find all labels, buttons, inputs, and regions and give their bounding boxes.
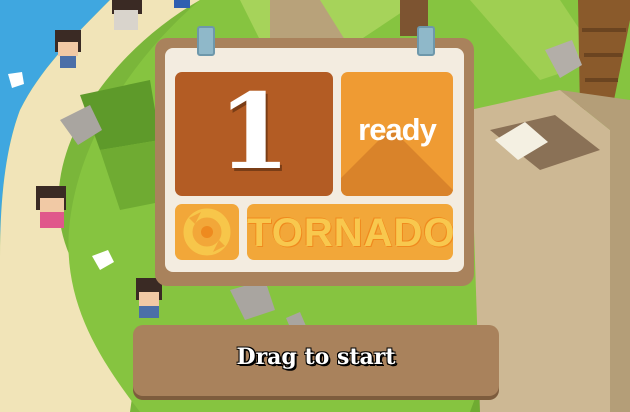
drag-to-start-button[interactable]: Drag to start	[133, 325, 499, 396]
card-clip-left	[197, 26, 215, 56]
power-up-name-tile: TORNADO	[247, 204, 453, 260]
ready-tile: ready	[341, 72, 453, 196]
character-2	[112, 0, 142, 30]
power-up-icon-tile	[175, 204, 239, 260]
power-up-name: TORNADO	[247, 211, 453, 255]
tornado-icon	[183, 208, 231, 256]
character-3	[36, 186, 66, 228]
ready-label: ready	[358, 112, 437, 147]
count-value: 1	[217, 72, 291, 193]
round-info-card: 1 ready TORNADO	[155, 26, 474, 286]
count-tile: 1	[175, 72, 333, 196]
card-clip-right	[417, 26, 435, 56]
start-button-label: Drag to start	[236, 344, 396, 370]
